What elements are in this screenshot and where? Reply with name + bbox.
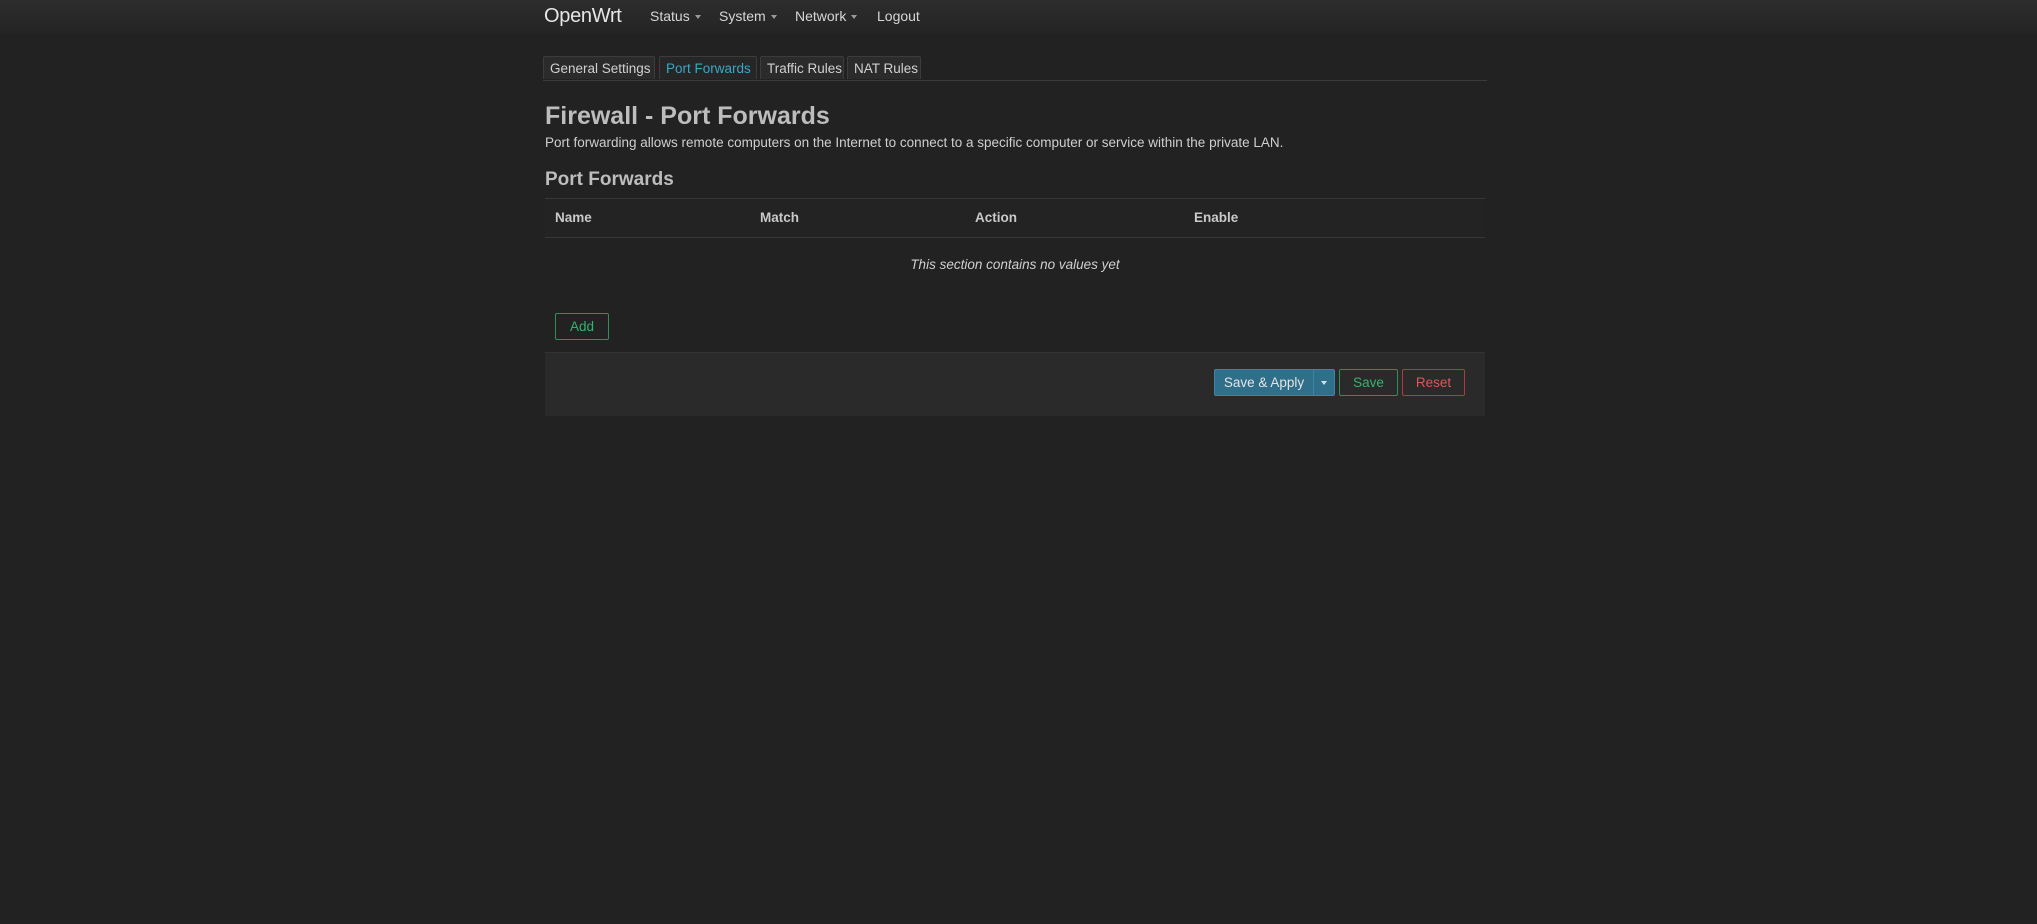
chevron-down-icon — [770, 15, 777, 20]
tab-port-forwards[interactable]: Port Forwards — [659, 56, 757, 79]
tab-nat-rules[interactable]: NAT Rules — [847, 56, 921, 79]
menu-network[interactable]: Network — [795, 8, 858, 24]
save-apply-dropdown-toggle[interactable] — [1313, 369, 1335, 396]
page-description: Port forwarding allows remote computers … — [545, 135, 1284, 150]
menu-logout[interactable]: Logout — [877, 8, 920, 24]
tab-general-settings[interactable]: General Settings — [543, 56, 655, 79]
reset-button[interactable]: Reset — [1402, 369, 1465, 396]
port-forwards-table: Name Match Action Enable This section co… — [545, 198, 1485, 272]
tab-traffic-rules[interactable]: Traffic Rules — [760, 56, 844, 79]
chevron-down-icon — [851, 15, 858, 20]
table-header: Name Match Action Enable — [545, 198, 1485, 238]
chevron-down-icon — [694, 15, 701, 20]
brand-logo[interactable]: OpenWrt — [544, 5, 622, 28]
menu-status-label: Status — [650, 8, 690, 24]
menu-system[interactable]: System — [719, 8, 777, 24]
save-button[interactable]: Save — [1339, 369, 1398, 396]
column-header-action: Action — [975, 210, 1017, 225]
menu-status[interactable]: Status — [650, 8, 701, 24]
column-header-enable: Enable — [1194, 210, 1239, 225]
top-navbar: OpenWrt Status System Network Logout — [0, 0, 2037, 34]
chevron-down-icon — [1321, 381, 1327, 386]
menu-network-label: Network — [795, 8, 847, 24]
section-title: Port Forwards — [545, 169, 674, 190]
menu-system-label: System — [719, 8, 766, 24]
add-button[interactable]: Add — [555, 313, 609, 340]
empty-placeholder: This section contains no values yet — [910, 257, 1120, 272]
page-title: Firewall - Port Forwards — [545, 102, 830, 130]
menu-logout-label: Logout — [877, 8, 920, 24]
tab-bar: General Settings Port Forwards Traffic R… — [543, 56, 1487, 81]
column-header-match: Match — [760, 210, 800, 225]
column-header-name: Name — [555, 210, 592, 225]
save-apply-button[interactable]: Save & Apply — [1214, 369, 1314, 396]
